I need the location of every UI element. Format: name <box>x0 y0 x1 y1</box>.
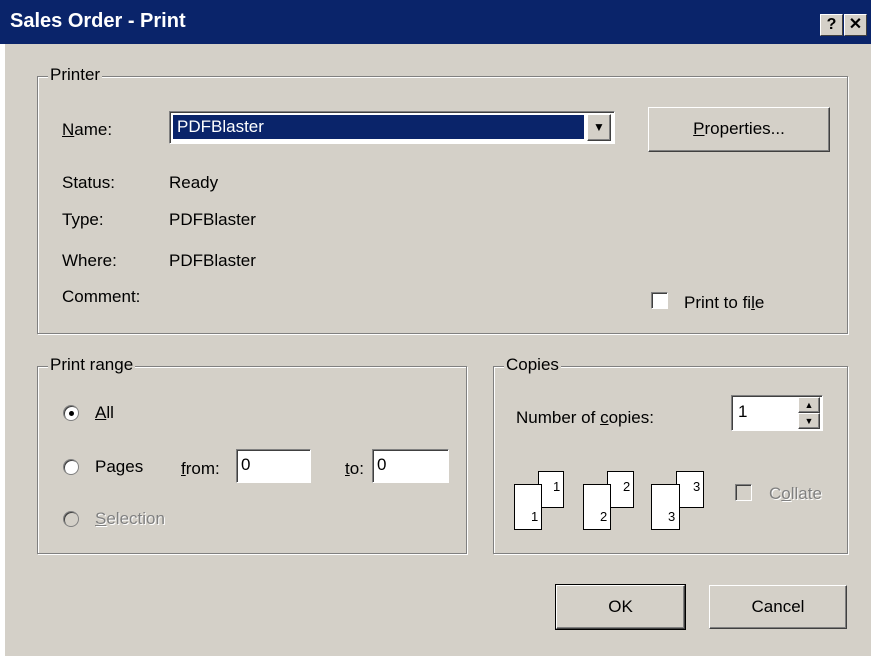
collate-page-icon: 3 <box>676 471 704 508</box>
to-value: 0 <box>377 455 387 474</box>
copies-group-label: Copies <box>504 355 561 375</box>
ok-button[interactable]: OK <box>555 584 686 630</box>
collate-page-icon: 2 <box>607 471 634 508</box>
printer-name-highlight: PDFBlaster <box>172 114 585 140</box>
collate-page-icon: 3 <box>651 484 680 530</box>
printer-group-label: Printer <box>48 65 103 85</box>
close-button[interactable]: ✕ <box>844 14 867 36</box>
print-to-file-label[interactable]: Print to file <box>684 293 764 313</box>
copies-value: 1 <box>738 402 748 421</box>
all-label[interactable]: All <box>95 403 114 423</box>
printer-name-value: PDFBlaster <box>177 117 264 136</box>
type-label: Type: <box>62 210 104 229</box>
title-bar[interactable]: Sales Order - Print ? ✕ <box>0 0 871 44</box>
from-input[interactable]: 0 <box>236 449 311 483</box>
number-of-copies-label: Number of copies: <box>516 408 654 427</box>
print-to-file-checkbox[interactable] <box>651 292 668 309</box>
window-border <box>0 0 5 656</box>
printer-name-select[interactable]: PDFBlaster ▼ <box>169 111 615 144</box>
pages-label[interactable]: Pages <box>95 457 143 477</box>
pages-radio[interactable] <box>63 459 79 475</box>
collate-page-icon: 2 <box>583 484 611 530</box>
collate-label[interactable]: Collate <box>769 484 822 504</box>
all-radio[interactable] <box>63 405 79 421</box>
help-button[interactable]: ? <box>820 14 843 36</box>
cancel-button[interactable]: Cancel <box>709 585 847 629</box>
window-title: Sales Order - Print <box>10 10 186 32</box>
comment-label: Comment: <box>62 287 141 306</box>
selection-radio[interactable] <box>63 511 79 527</box>
status-value: Ready <box>169 173 219 192</box>
spin-down-icon[interactable]: ▼ <box>798 413 820 429</box>
type-value: PDFBlaster <box>169 210 256 229</box>
print-range-group-label: Print range <box>48 355 136 375</box>
collate-checkbox[interactable] <box>735 484 752 501</box>
status-label: Status: <box>62 173 115 192</box>
from-label: from: <box>181 459 220 478</box>
collate-page-icon: 1 <box>514 484 542 530</box>
spin-up-icon[interactable]: ▲ <box>798 397 820 413</box>
where-label: Where: <box>62 251 117 270</box>
from-value: 0 <box>241 455 251 474</box>
selection-label[interactable]: Selection <box>95 509 165 529</box>
to-label: to: <box>345 459 364 478</box>
copies-spinner[interactable]: 1 ▲ ▼ <box>731 395 823 431</box>
properties-button[interactable]: Properties... <box>648 107 830 152</box>
print-dialog: Sales Order - Print ? ✕ Printer Name: PD… <box>0 0 871 656</box>
to-input[interactable]: 0 <box>372 449 449 483</box>
chevron-down-icon[interactable]: ▼ <box>587 114 611 141</box>
printer-name-label: Name: <box>62 120 113 139</box>
where-value: PDFBlaster <box>169 251 256 270</box>
